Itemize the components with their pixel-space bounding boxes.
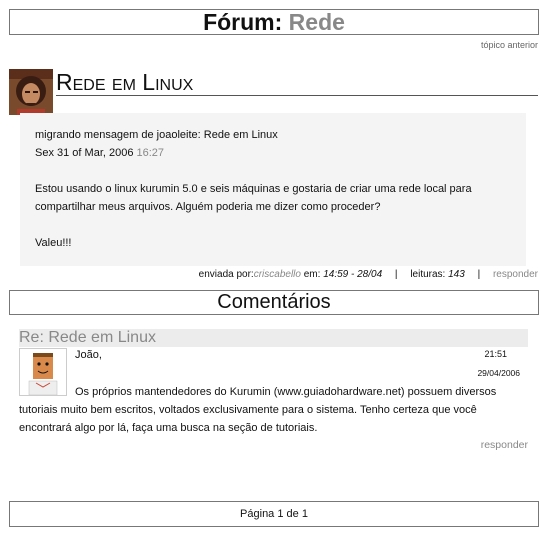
post-date: Sex 31 of Mar, 2006 (35, 147, 134, 159)
author-avatar[interactable] (9, 69, 53, 115)
author-link[interactable]: criscabello (254, 269, 301, 280)
reads-label: leituras: (410, 269, 446, 280)
post-body: migrando mensagem de joaoleite: Rede em … (20, 113, 526, 266)
sent-by-label: enviada por: (198, 269, 254, 280)
previous-topic-link[interactable]: tópico anterior (481, 40, 538, 50)
separator: | (394, 269, 398, 280)
comment-time: 21:51 (484, 349, 507, 359)
comment-title: Re: Rede em Linux (19, 329, 528, 347)
post-time: 16:27 (136, 147, 165, 159)
reply-link[interactable]: responder (493, 269, 538, 280)
forum-header: Fórum: Rede (9, 9, 539, 35)
at-label: em: (303, 269, 321, 280)
migrated-note: migrando mensagem de joaoleite: Rede em … (35, 129, 278, 141)
separator: | (477, 269, 481, 280)
comment-greeting: João, (75, 349, 102, 361)
post-signoff: Valeu!!! (35, 237, 72, 249)
reads-count: 143 (448, 269, 465, 280)
comment-text: Os próprios mantendedores do Kurumin (ww… (19, 386, 497, 434)
pagination: Página 1 de 1 (9, 501, 539, 527)
post-text: Estou usando o linux kurumin 5.0 e seis … (35, 183, 472, 213)
post-meta: enviada por:criscabello em: 14:59 - 28/0… (199, 269, 538, 280)
forum-section-link[interactable]: Rede (289, 9, 345, 35)
post-timestamp: Sex 31 of Mar, 2006 16:27 (35, 144, 511, 162)
post-datetime: 14:59 - 28/04 (323, 269, 383, 280)
comment-reply-link[interactable]: responder (481, 439, 528, 451)
comment-date: 29/04/2006 (477, 368, 520, 378)
comments-header: Comentários (9, 290, 539, 315)
topic-title: Rede em Linux (56, 69, 538, 96)
forum-prefix: Fórum: (203, 9, 283, 35)
